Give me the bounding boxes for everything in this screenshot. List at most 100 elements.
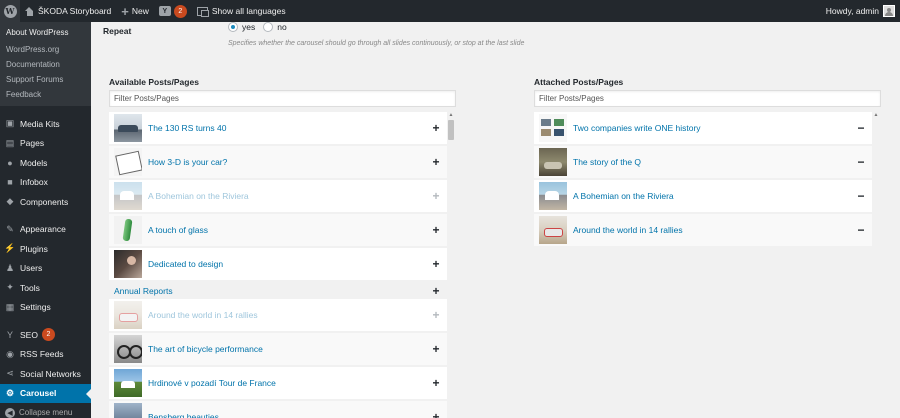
seo-adminbar-link[interactable]: Y 2 — [154, 0, 192, 22]
post-title-link[interactable]: Around the world in 14 rallies — [573, 225, 853, 235]
remove-icon[interactable]: − — [853, 155, 869, 169]
post-title-link[interactable]: A Bohemian on the Riviera — [148, 191, 428, 201]
list-item[interactable]: Annual Reports + — [109, 282, 447, 299]
post-title-link[interactable]: How 3-D is your car? — [148, 157, 428, 167]
add-icon[interactable]: + — [428, 342, 444, 356]
add-icon[interactable]: + — [428, 257, 444, 271]
post-title-link[interactable]: A touch of glass — [148, 225, 428, 235]
sidebar-item-appearance[interactable]: ✎ Appearance — [0, 220, 91, 240]
list-item[interactable]: Hrdinové v pozadí Tour de France + — [109, 367, 447, 399]
post-thumbnail — [539, 114, 567, 142]
add-icon[interactable]: + — [428, 410, 444, 418]
list-item[interactable]: The 130 RS turns 40 + — [109, 112, 447, 144]
account-menu[interactable]: Howdy, admin — [821, 0, 900, 22]
list-item[interactable]: How 3-D is your car? + — [109, 146, 447, 178]
available-posts-title: Available Posts/Pages — [109, 77, 199, 87]
post-title-link[interactable]: Around the world in 14 rallies — [148, 310, 428, 320]
add-icon[interactable]: + — [428, 121, 444, 135]
wordpress-logo-icon[interactable]: W — [0, 0, 20, 22]
submenu-feedback[interactable]: Feedback — [0, 87, 91, 102]
add-icon[interactable]: + — [428, 223, 444, 237]
list-item[interactable]: Two companies write ONE history − — [534, 112, 872, 144]
sidebar-item-carousel[interactable]: ⚙ Carousel — [0, 383, 91, 403]
site-name-link[interactable]: ŠKODA Storyboard — [20, 0, 116, 22]
post-thumbnail — [114, 182, 142, 210]
list-item[interactable]: Bensberg beauties + — [109, 401, 447, 418]
collapse-icon: ◀ — [5, 407, 15, 418]
remove-icon[interactable]: − — [853, 189, 869, 203]
sidebar-item-users[interactable]: ♟ Users — [0, 259, 91, 279]
post-title-link[interactable]: Hrdinové v pozadí Tour de France — [148, 378, 428, 388]
plus-icon: + — [121, 3, 129, 19]
attached-list-scrollbar[interactable]: ▲ — [872, 112, 880, 418]
sidebar-item-pages[interactable]: ▤ Pages — [0, 134, 91, 154]
car-icon: ● — [7, 157, 13, 168]
scroll-thumb[interactable] — [448, 120, 454, 140]
submenu-about[interactable]: About WordPress — [0, 24, 91, 42]
post-title-link[interactable]: Two companies write ONE history — [573, 123, 853, 133]
post-title-link[interactable]: The art of bicycle performance — [148, 344, 428, 354]
add-icon[interactable]: + — [428, 155, 444, 169]
repeat-no-label[interactable]: no — [277, 22, 286, 32]
components-icon: ◆ — [6, 196, 14, 207]
add-icon[interactable]: + — [428, 308, 444, 322]
list-item[interactable]: Dedicated to design + — [109, 248, 447, 280]
sidebar-item-models[interactable]: ● Models — [0, 153, 91, 173]
available-list-scrollbar[interactable]: ▲ — [447, 112, 455, 418]
sidebar-item-social-networks[interactable]: ⋖ Social Networks — [0, 364, 91, 384]
translate-icon — [196, 6, 209, 17]
post-title-link[interactable]: Dedicated to design — [148, 259, 428, 269]
new-content-link[interactable]: + New — [116, 0, 154, 22]
list-item[interactable]: The art of bicycle performance + — [109, 333, 447, 365]
main-content: Repeat yes no Specifies whether the caro… — [91, 22, 900, 418]
scroll-up-icon[interactable]: ▲ — [447, 112, 455, 118]
list-item[interactable]: Around the world in 14 rallies + — [109, 299, 447, 331]
attached-filter-input[interactable]: Filter Posts/Pages — [534, 90, 881, 107]
post-thumbnail — [114, 403, 142, 418]
remove-icon[interactable]: − — [853, 121, 869, 135]
post-title-link[interactable]: The 130 RS turns 40 — [148, 123, 428, 133]
post-title-link[interactable]: Annual Reports — [114, 286, 428, 296]
list-item[interactable]: A Bohemian on the Riviera − — [534, 180, 872, 212]
attached-posts-list: Two companies write ONE history − The stor… — [534, 112, 872, 418]
submenu-documentation[interactable]: Documentation — [0, 57, 91, 72]
list-item[interactable]: A touch of glass + — [109, 214, 447, 246]
post-title-link[interactable]: Bensberg beauties — [148, 412, 428, 418]
wrench-icon: ✦ — [6, 282, 14, 293]
sidebar-item-infobox[interactable]: ■ Infobox — [0, 173, 91, 193]
list-item[interactable]: A Bohemian on the Riviera + — [109, 180, 447, 212]
post-title-link[interactable]: A Bohemian on the Riviera — [573, 191, 853, 201]
avatar — [883, 5, 895, 17]
admin-sidebar: About WordPress WordPress.org Documentat… — [0, 22, 91, 418]
sidebar-item-settings[interactable]: ▦ Settings — [0, 298, 91, 318]
scroll-up-icon[interactable]: ▲ — [872, 112, 880, 118]
collapse-menu-button[interactable]: ◀ Collapse menu — [0, 403, 91, 418]
yoast-icon: Y — [158, 6, 171, 16]
sidebar-item-media-kits[interactable]: ▣ Media Kits — [0, 114, 91, 134]
seo-icon: Y — [6, 329, 13, 340]
brush-icon: ✎ — [6, 223, 14, 234]
sidebar-item-seo[interactable]: Y SEO 2 — [0, 325, 91, 345]
sidebar-item-plugins[interactable]: ⚡ Plugins — [0, 239, 91, 259]
remove-icon[interactable]: − — [853, 223, 869, 237]
add-icon[interactable]: + — [428, 284, 444, 298]
repeat-yes-label[interactable]: yes — [242, 22, 255, 32]
sidebar-item-tools[interactable]: ✦ Tools — [0, 278, 91, 298]
media-icon: ▣ — [5, 118, 15, 129]
post-thumbnail — [114, 250, 142, 278]
submenu-support-forums[interactable]: Support Forums — [0, 72, 91, 87]
sidebar-item-rss-feeds[interactable]: ◉ RSS Feeds — [0, 345, 91, 365]
repeat-no-radio[interactable] — [263, 22, 274, 32]
post-title-link[interactable]: The story of the Q — [573, 157, 853, 167]
post-thumbnail — [539, 216, 567, 244]
sidebar-item-components[interactable]: ◆ Components — [0, 192, 91, 212]
available-filter-input[interactable]: Filter Posts/Pages — [109, 90, 456, 107]
add-icon[interactable]: + — [428, 189, 444, 203]
list-item[interactable]: Around the world in 14 rallies − — [534, 214, 872, 246]
add-icon[interactable]: + — [428, 376, 444, 390]
repeat-yes-radio[interactable] — [228, 22, 238, 32]
submenu-wordpress-org[interactable]: WordPress.org — [0, 42, 91, 57]
languages-link[interactable]: Show all languages — [192, 0, 291, 22]
list-item[interactable]: The story of the Q − — [534, 146, 872, 178]
home-icon — [25, 6, 34, 16]
